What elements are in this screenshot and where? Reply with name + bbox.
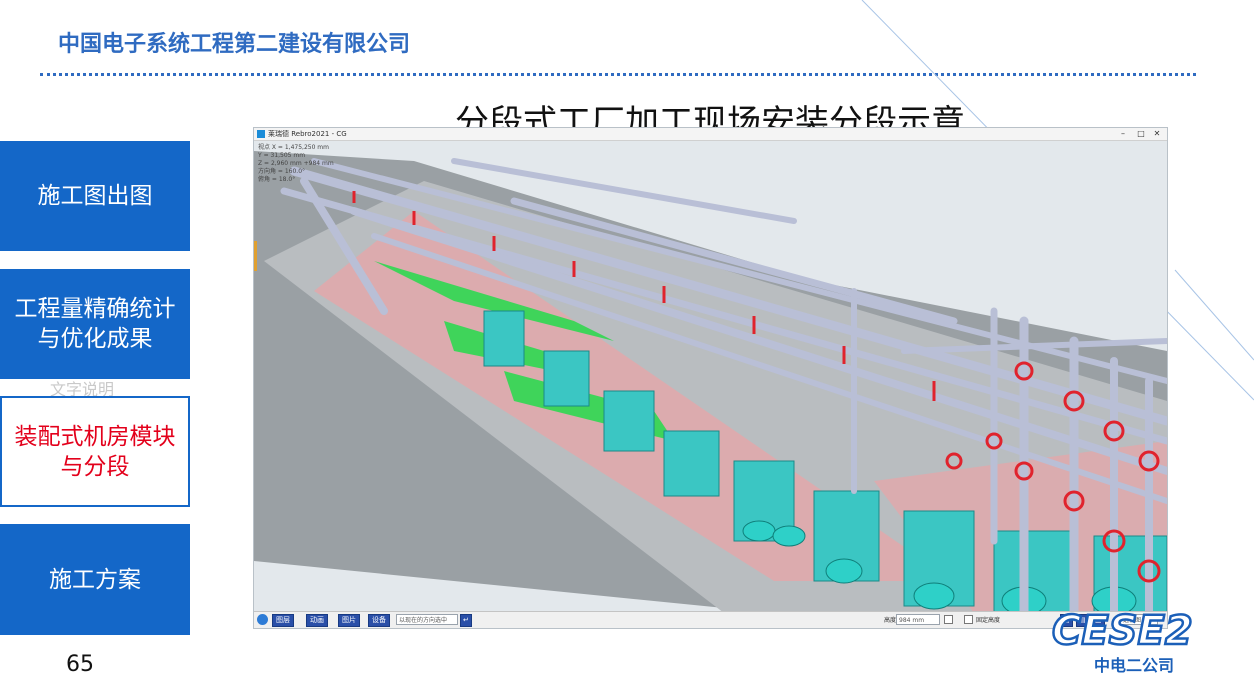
layers-button[interactable]: 图层 (272, 614, 294, 627)
pipe-model-render (254, 141, 1167, 613)
animation-button[interactable]: 动画 (306, 614, 328, 627)
home-icon[interactable] (257, 614, 268, 625)
maximize-icon[interactable]: □ (1133, 128, 1149, 140)
cese-logo: CESE2 (1051, 607, 1194, 652)
page-number: 65 (66, 652, 94, 677)
nav-item-drawings[interactable]: 施工图出图 (0, 141, 190, 251)
nav-item-label: 施工方案 (49, 566, 141, 593)
equipment-button[interactable]: 设备 (368, 614, 390, 627)
height-input[interactable]: 984 mm (896, 614, 940, 625)
app-logo-icon (257, 130, 265, 138)
fix-height-checkbox[interactable] (964, 615, 973, 624)
company-short-name: 中电二公司 (1094, 656, 1175, 675)
minimize-icon[interactable]: – (1115, 128, 1131, 140)
height-reset-icon[interactable] (944, 615, 953, 624)
enter-icon[interactable]: ↵ (460, 614, 472, 627)
app-toolbar: 图层 动画 图片 设备 以现在的方向选中 ↵ 高度 984 mm 固定高度 ▣ … (254, 611, 1167, 628)
nav-item-plan[interactable]: 施工方案 (0, 524, 190, 635)
hud-line: Y = 31,505 mm (258, 152, 306, 159)
viewpoint-hud: 视点 X = 1,475,250 mm Y = 31,505 mm Z = 2,… (258, 144, 334, 184)
3d-viewport[interactable]: 视点 X = 1,475,250 mm Y = 31,505 mm Z = 2,… (254, 141, 1167, 613)
nav-item-label: 装配式机房模块与分段 (14, 423, 176, 480)
nav-item-modular-room[interactable]: 装配式机房模块与分段 (0, 396, 190, 507)
app-window-title: 莱瑞德 Rebro2021 - CG (268, 130, 347, 138)
hud-line: 方向角 = 160.0° (258, 168, 306, 175)
hud-line: Z = 2,960 mm +984 mm (258, 160, 334, 167)
rebro-app-window: 莱瑞德 Rebro2021 - CG – □ ✕ 视点 X = 1,475,25… (253, 127, 1168, 629)
app-titlebar: 莱瑞德 Rebro2021 - CG – □ ✕ (254, 128, 1167, 141)
image-button[interactable]: 图片 (338, 614, 360, 627)
logo-text: CESE2 (1052, 608, 1193, 652)
height-label: 高度 (884, 617, 897, 624)
fix-height-label: 固定高度 (976, 617, 1001, 624)
hud-line: 视点 X = 1,475,250 mm (258, 144, 329, 151)
nav-item-label: 工程量精确统计与优化成果 (14, 296, 176, 352)
nav-item-quantity[interactable]: 工程量精确统计与优化成果 (0, 269, 190, 379)
nav-item-label: 施工图出图 (37, 183, 153, 209)
direction-select[interactable]: 以现在的方向选中 (396, 614, 458, 625)
hud-line: 俯角 = 18.0° (258, 176, 296, 183)
close-icon[interactable]: ✕ (1149, 128, 1165, 140)
